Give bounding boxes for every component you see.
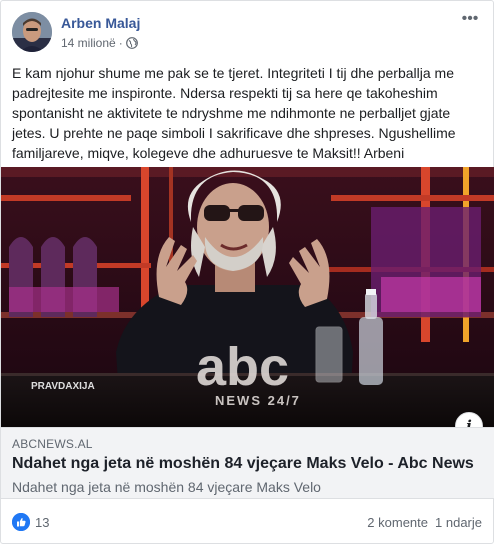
more-options-icon[interactable]: •••	[460, 11, 480, 32]
link-domain: ABCNEWS.AL	[12, 437, 93, 451]
like-icon[interactable]	[12, 513, 30, 531]
author-name[interactable]: Arben Malaj	[61, 15, 140, 31]
abc-logo: abc	[196, 337, 289, 397]
post-timestamp[interactable]: 14 milionë	[61, 36, 116, 50]
like-count[interactable]: 13	[35, 515, 49, 530]
post-text: E kam njohur shume me pak se te tjeret. …	[12, 65, 456, 161]
show-watermark: PRAVDAXIJA	[31, 381, 95, 392]
link-title[interactable]: Ndahet nga jeta në moshën 84 vjeçare Mak…	[12, 455, 474, 473]
meta-separator: ·	[118, 36, 123, 50]
author-avatar[interactable]	[12, 12, 52, 52]
comments-count[interactable]: 2 komente	[367, 515, 428, 530]
facebook-post: Arben Malaj 14 milionë · ••• E kam njohu…	[0, 0, 494, 544]
post-footer: 13 2 komente 1 ndarje	[12, 510, 484, 536]
post-meta: 14 milionë ·	[61, 36, 138, 50]
link-preview[interactable]: ABCNEWS.AL Ndahet nga jeta në moshën 84 …	[1, 427, 494, 499]
globe-icon[interactable]	[125, 37, 138, 49]
abc-logo-sub: NEWS 24/7	[215, 393, 301, 408]
link-description: Ndahet nga jeta në moshën 84 vjeçare Mak…	[12, 479, 321, 495]
link-preview-image[interactable]: abc NEWS 24/7 PRAVDAXIJA	[1, 167, 494, 427]
shares-count[interactable]: 1 ndarje	[435, 515, 482, 530]
post-header: Arben Malaj 14 milionë · •••	[12, 11, 482, 54]
